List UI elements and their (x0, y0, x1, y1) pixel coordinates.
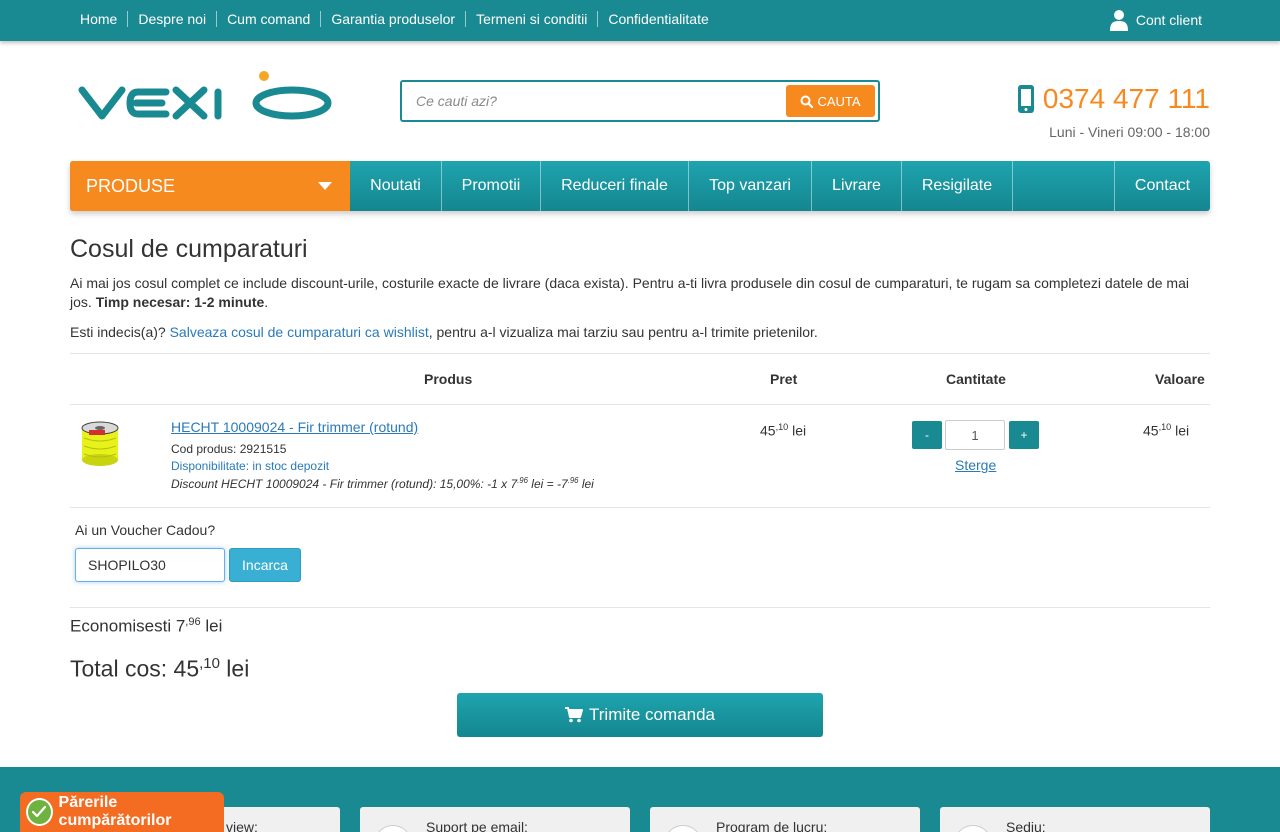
discount-currency: lei (578, 477, 594, 491)
line-total: 45,10 lei (1143, 422, 1189, 439)
divider (70, 404, 1210, 405)
value-integer: 45 (1143, 422, 1159, 439)
value-currency: lei (1171, 422, 1190, 439)
price-currency: lei (788, 422, 807, 439)
total-label: Total cos: 45 (70, 655, 200, 682)
column-header-value: Valoare (1155, 371, 1205, 387)
account-label: Cont client (1135, 12, 1202, 28)
nav-item-final-discounts[interactable]: Reduceri finale (541, 161, 689, 211)
price-integer: 45 (760, 422, 776, 439)
footer-box-label: Program de lucru: (716, 819, 828, 832)
nav-item-promotions[interactable]: Promotii (442, 161, 541, 211)
search-input[interactable] (416, 91, 776, 111)
product-code: Cod produs: 2921515 (171, 442, 287, 456)
product-discount: Discount HECHT 10009024 - Fir trimmer (r… (171, 476, 594, 491)
mobile-phone-icon (1017, 85, 1034, 113)
top-navigation: Home Despre noi Cum comand Garantia prod… (70, 11, 719, 27)
nav-item-top-sales[interactable]: Top vanzari (689, 161, 812, 211)
email-icon (374, 825, 412, 832)
product-availability: Disponibilitate: in stoc depozit (171, 459, 330, 473)
nav-spacer (1013, 161, 1115, 211)
footer-box-label: Suport pe email: (426, 819, 528, 832)
main-navigation: PRODUSE Noutati Promotii Reduceri finale… (70, 161, 1210, 211)
footer-box-email-support: Suport pe email: (360, 807, 630, 832)
discount-text-mid: lei = -7 (527, 477, 568, 491)
divider (70, 507, 1210, 508)
product-thumbnail[interactable] (80, 418, 120, 470)
phone-number: 0374 477 111 (1042, 83, 1210, 114)
business-hours: Luni - Vineri 09:00 - 18:00 (1049, 124, 1210, 140)
discount-decimal: .96 (517, 476, 528, 485)
wishlist-suffix: , pentru a-l vizualiza mai tarziu sau pe… (428, 324, 818, 340)
topnav-how-to-order[interactable]: Cum comand (216, 11, 320, 27)
apply-voucher-button[interactable]: Incarca (229, 548, 301, 582)
voucher-label: Ai un Voucher Cadou? (75, 522, 216, 538)
total-currency: lei (219, 655, 250, 682)
topnav-about[interactable]: Despre noi (127, 11, 216, 27)
products-label: PRODUSE (86, 175, 176, 196)
topnav-terms[interactable]: Termeni si conditii (465, 11, 597, 27)
intro-time-required: Timp necesar: 1-2 minute (95, 294, 265, 310)
total-decimal: ,10 (199, 655, 220, 672)
price-decimal: ,10 (775, 422, 789, 432)
cart-total: Total cos: 45,10 lei (70, 655, 249, 683)
phone-contact[interactable]: 0374 477 111 (1017, 83, 1210, 115)
customer-reviews-badge[interactable]: Părerile cumpărătorilor (20, 792, 224, 832)
trust-seal-icon (26, 798, 53, 826)
nav-item-refurbished[interactable]: Resigilate (902, 161, 1013, 211)
clock-icon (664, 825, 702, 832)
nav-item-delivery[interactable]: Livrare (812, 161, 902, 211)
column-header-product: Produs (424, 371, 473, 387)
footer-box-headquarters: Sediu: (940, 807, 1210, 832)
account-link[interactable]: Cont client (1109, 9, 1202, 31)
submit-order-button[interactable]: Trimite comanda (457, 693, 823, 737)
page-title: Cosul de cumparaturi (70, 235, 308, 263)
wishlist-prefix: Esti indecis(a)? (70, 324, 166, 340)
quantity-input[interactable] (945, 420, 1005, 450)
products-dropdown[interactable]: PRODUSE (70, 161, 350, 211)
product-name-link[interactable]: HECHT 10009024 - Fir trimmer (rotund) (171, 419, 418, 435)
user-icon (1109, 10, 1128, 31)
search-button-label: CAUTA (817, 93, 861, 109)
shopping-cart-icon (565, 707, 584, 723)
caret-down-icon (318, 182, 332, 190)
divider (70, 607, 1210, 608)
voucher-input[interactable] (75, 548, 225, 582)
savings-amount: Economisesti 7,96 lei (70, 616, 222, 637)
value-decimal: ,10 (1158, 422, 1172, 432)
discount-decimal: .96 (567, 476, 579, 485)
column-header-quantity: Cantitate (946, 371, 1006, 387)
nav-item-contact[interactable]: Contact (1115, 161, 1210, 211)
location-icon (954, 825, 992, 832)
discount-text: Discount HECHT 10009024 - Fir trimmer (r… (171, 477, 518, 491)
topnav-privacy[interactable]: Confidentialitate (597, 11, 718, 27)
vexio-logo[interactable] (78, 70, 334, 131)
quantity-increase-button[interactable]: + (1009, 421, 1039, 449)
unit-price: 45,10 lei (760, 422, 806, 439)
save-wishlist-link[interactable]: Salveaza cosul de cumparaturi ca wishlis… (170, 324, 429, 340)
savings-currency: lei (200, 616, 223, 636)
column-header-price: Pret (770, 371, 798, 387)
topnav-home[interactable]: Home (70, 11, 127, 27)
savings-decimal: ,96 (185, 616, 201, 628)
top-bar: Home Despre noi Cum comand Garantia prod… (0, 0, 1280, 41)
search-icon (800, 95, 814, 108)
footer-box-label: Sediu: (1006, 819, 1046, 832)
submit-order-label: Trimite comanda (589, 705, 715, 724)
topnav-warranty[interactable]: Garantia produselor (320, 11, 465, 27)
footer-box-schedule: Program de lucru: (650, 807, 920, 832)
search-box: CAUTA (400, 80, 880, 122)
reviews-badge-label: Părerile cumpărătorilor (58, 794, 172, 829)
footer-box-label: view: (226, 819, 258, 832)
nav-item-new[interactable]: Noutati (350, 161, 442, 211)
remove-item-link[interactable]: Sterge (955, 457, 996, 473)
search-button[interactable]: CAUTA (786, 85, 875, 117)
savings-label: Economisesti 7 (70, 616, 186, 636)
quantity-decrease-button[interactable]: - (912, 421, 942, 449)
cart-intro: Ai mai jos cosul complet ce include disc… (70, 275, 1189, 310)
divider (70, 353, 1210, 354)
wishlist-prompt: Esti indecis(a)? Salveaza cosul de cumpa… (70, 324, 818, 340)
